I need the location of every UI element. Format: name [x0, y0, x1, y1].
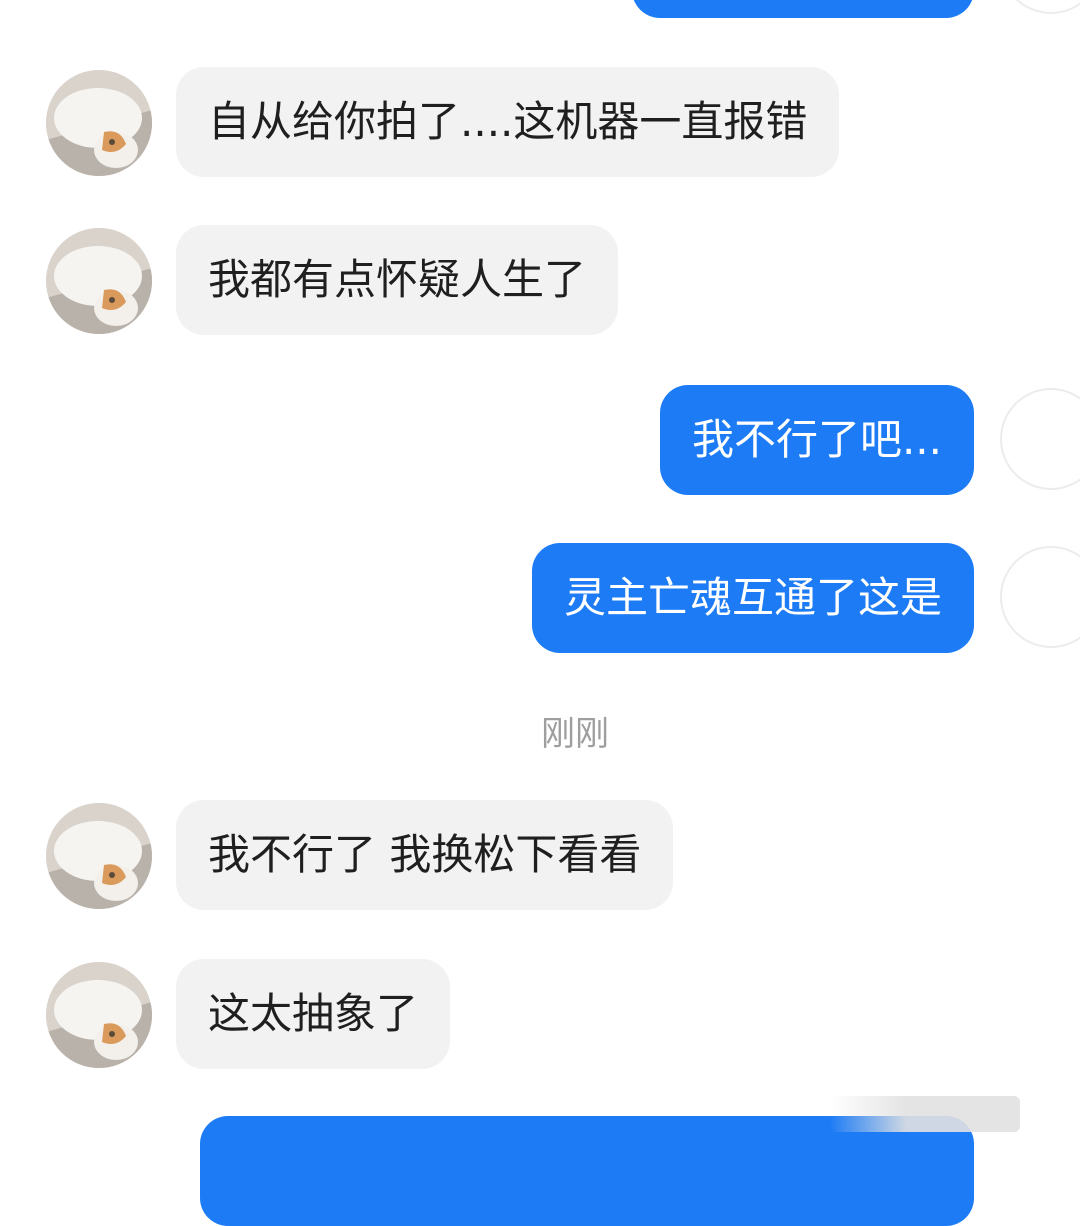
message-bubble-outgoing[interactable]: 灵主亡魂互通了这是	[531, 543, 974, 653]
message-bubble-incoming[interactable]: 自从给你拍了....这机器一直报错	[176, 67, 840, 177]
self-avatar[interactable]	[1000, 546, 1080, 648]
cat-photo-avatar-icon	[46, 962, 152, 1068]
message-timestamp: 刚刚	[541, 714, 609, 754]
contact-avatar[interactable]	[46, 803, 152, 909]
message-bubble-outgoing-partial[interactable]	[632, 0, 974, 18]
self-avatar[interactable]	[1000, 388, 1080, 490]
message-text: 我不行了 我换松下看看	[208, 830, 642, 879]
watermark	[830, 1096, 1020, 1132]
message-text: 我都有点怀疑人生了	[208, 255, 587, 304]
message-text: 自从给你拍了....这机器一直报错	[208, 97, 808, 146]
message-text: 我不行了吧...	[691, 415, 942, 464]
self-avatar[interactable]	[1000, 0, 1080, 14]
message-text: 灵主亡魂互通了这是	[563, 573, 942, 622]
message-bubble-incoming[interactable]: 我不行了 我换松下看看	[176, 800, 674, 910]
contact-avatar[interactable]	[46, 70, 152, 176]
message-bubble-incoming[interactable]: 我都有点怀疑人生了	[176, 225, 619, 335]
message-text: 这太抽象了	[208, 989, 419, 1038]
cat-photo-avatar-icon	[46, 803, 152, 909]
message-bubble-incoming[interactable]: 这太抽象了	[176, 959, 451, 1069]
contact-avatar[interactable]	[46, 962, 152, 1068]
cat-photo-avatar-icon	[46, 70, 152, 176]
cat-photo-avatar-icon	[46, 228, 152, 334]
message-bubble-outgoing[interactable]: 我不行了吧...	[659, 385, 974, 495]
chat-thread: 自从给你拍了....这机器一直报错 我都有点怀疑人生了 我不行了吧... 灵主亡…	[0, 0, 1080, 1226]
message-bubble-outgoing-partial[interactable]	[200, 1116, 974, 1226]
contact-avatar[interactable]	[46, 228, 152, 334]
